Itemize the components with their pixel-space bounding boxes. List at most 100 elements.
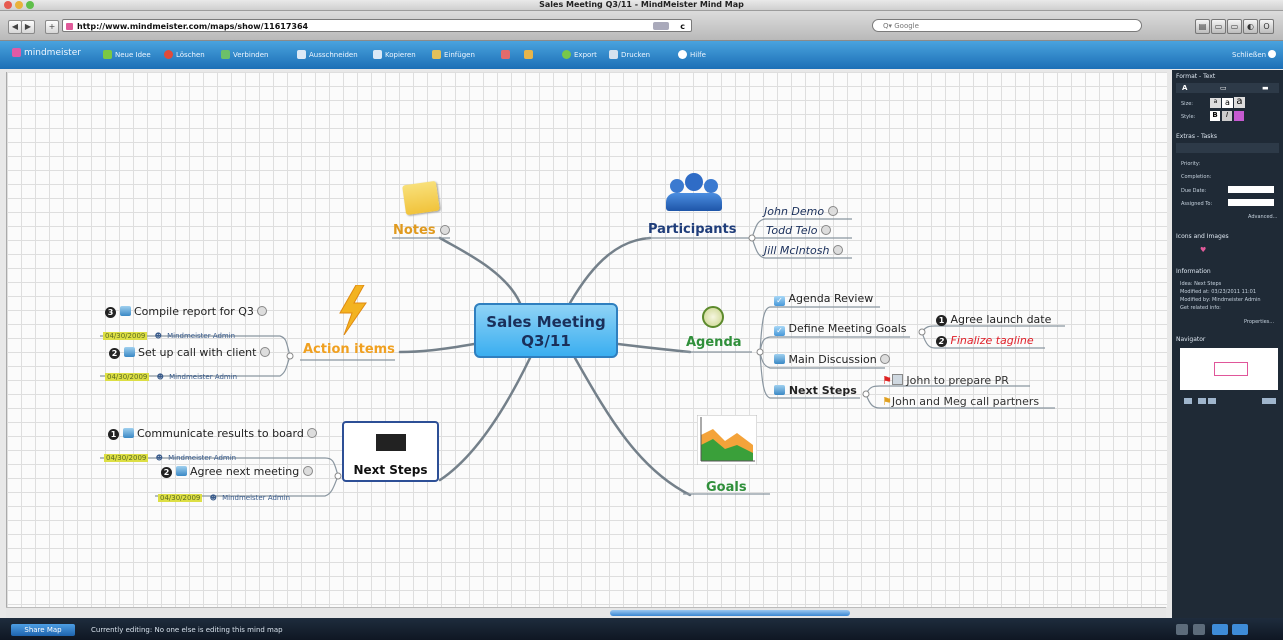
due-date-badge: 04/30/2009 xyxy=(104,454,149,462)
central-topic[interactable]: Sales Meeting Q3/11 xyxy=(474,303,618,358)
horizontal-scrollbar[interactable] xyxy=(6,607,1166,618)
style-tab[interactable]: ▬ xyxy=(1262,84,1269,92)
panel-options-icon[interactable] xyxy=(1262,398,1276,404)
tab-icon[interactable]: ▭ xyxy=(1227,19,1242,34)
cut-button[interactable]: Ausschneiden xyxy=(297,50,358,59)
copy-button[interactable]: Kopieren xyxy=(373,50,416,59)
fit-icon[interactable] xyxy=(1184,398,1192,404)
participants-node[interactable]: Participants xyxy=(648,222,736,237)
new-idea-button[interactable]: Neue Idee xyxy=(103,50,151,59)
participant-todd[interactable]: Todd Telo xyxy=(766,224,831,237)
expand-icon[interactable] xyxy=(820,225,831,235)
history-icon[interactable] xyxy=(1176,624,1188,635)
zoom-out-icon[interactable] xyxy=(1208,398,1216,404)
export-button[interactable]: Export xyxy=(562,50,597,59)
action-items-node[interactable]: Action items xyxy=(303,342,395,357)
format-tabs: A ▭ ▬ xyxy=(1176,83,1279,93)
text-tab[interactable]: A xyxy=(1182,84,1187,92)
participant-jill[interactable]: Jill McIntosh xyxy=(764,244,843,257)
completion-label: Completion: xyxy=(1181,174,1212,180)
task-icon xyxy=(122,428,134,438)
info-modified-at: Modified at: 03/23/2011 11:01 xyxy=(1180,289,1257,295)
close-map-icon xyxy=(1268,50,1277,58)
owner-icon: ☻ xyxy=(207,494,217,502)
add-bookmark-button[interactable]: + xyxy=(45,20,59,34)
font-size-small[interactable]: a xyxy=(1210,98,1221,108)
color-button[interactable] xyxy=(1234,111,1244,121)
expand-icon[interactable] xyxy=(832,245,843,255)
properties-link[interactable]: Properties... xyxy=(1244,319,1274,325)
participant-jill-label: Jill McIntosh xyxy=(764,244,830,257)
expand-icon[interactable] xyxy=(827,206,838,216)
scrollbar-thumb[interactable] xyxy=(610,610,850,616)
step-call-partners[interactable]: ⚑John and Meg call partners xyxy=(882,395,1039,408)
font-size-large[interactable]: a xyxy=(1234,97,1245,108)
back-button[interactable]: ◀ xyxy=(8,20,22,34)
navigator-viewport[interactable] xyxy=(1214,362,1248,376)
heart-icon[interactable]: ♥ xyxy=(1200,246,1206,254)
zoom-in-icon[interactable] xyxy=(1198,398,1206,404)
connect-button[interactable]: Verbinden xyxy=(221,50,268,59)
next-task-2[interactable]: 2 Agree next meeting xyxy=(161,465,313,478)
participant-john-label: John Demo xyxy=(764,205,825,218)
task-label: Set up call with client xyxy=(138,346,257,359)
next-steps-node[interactable]: Next Steps xyxy=(342,421,439,482)
shape-tab[interactable]: ▭ xyxy=(1220,84,1227,92)
goals-node[interactable]: Goals xyxy=(706,480,747,495)
step-prepare-pr[interactable]: ⚑ John to prepare PR xyxy=(882,374,1009,387)
action-task-1-meta: 04/30/2009 ☻ Mindmeister Admin xyxy=(103,323,235,342)
goal-tagline[interactable]: 2 Finalize tagline xyxy=(936,334,1034,347)
central-topic-line1: Sales Meeting xyxy=(486,313,606,331)
redo-button[interactable] xyxy=(524,50,536,59)
close-map-button[interactable]: Schließen xyxy=(1232,50,1277,59)
next-task-2-meta: 04/30/2009 ☻ Mindmeister Admin xyxy=(158,485,290,504)
print-button[interactable]: Drucken xyxy=(609,50,650,59)
expand-icon[interactable] xyxy=(259,347,270,357)
help-button[interactable]: Hilfe xyxy=(678,50,706,59)
reload-icon[interactable]: c xyxy=(680,20,685,33)
advanced-link[interactable]: Advanced... xyxy=(1248,214,1277,220)
goal-launch-date[interactable]: 1 Agree launch date xyxy=(936,313,1051,326)
agenda-node[interactable]: Agenda xyxy=(686,335,742,350)
stop-icon[interactable]: O xyxy=(1259,19,1274,34)
expand-icon[interactable] xyxy=(257,306,268,316)
expand-icon[interactable] xyxy=(302,466,313,476)
agenda-review[interactable]: ✓ Agenda Review xyxy=(774,292,873,306)
page-icon[interactable]: ▭ xyxy=(1211,19,1226,34)
due-date-badge: 04/30/2009 xyxy=(103,332,148,340)
action-task-1[interactable]: 3 Compile report for Q3 xyxy=(105,305,268,318)
agenda-define-goals[interactable]: ✓ Define Meeting Goals xyxy=(774,322,907,336)
search-field[interactable]: Q▾ Google xyxy=(872,19,1142,32)
search-map-icon[interactable] xyxy=(1193,624,1205,635)
undo-button[interactable] xyxy=(501,50,513,59)
italic-button[interactable]: I xyxy=(1222,111,1232,121)
agenda-next-steps[interactable]: Next Steps xyxy=(774,384,857,397)
forward-button[interactable]: ▶ xyxy=(21,20,35,34)
settings-icon[interactable]: ◐ xyxy=(1243,19,1258,34)
url-field[interactable]: http://www.mindmeister.com/maps/show/116… xyxy=(62,19,692,32)
cut-icon xyxy=(297,50,306,59)
action-task-2[interactable]: 2 Set up call with client xyxy=(109,346,270,359)
expand-icon[interactable] xyxy=(440,225,451,235)
font-size-medium[interactable]: a xyxy=(1222,98,1233,108)
presentation-icon[interactable] xyxy=(1232,624,1248,635)
action-task-2-meta: 04/30/2009 ☻ Mindmeister Admin xyxy=(105,364,237,383)
notes-node[interactable]: Notes xyxy=(393,223,451,238)
expand-icon[interactable] xyxy=(307,428,318,438)
delete-button[interactable]: Löschen xyxy=(164,50,205,59)
fullscreen-icon[interactable] xyxy=(1212,624,1228,635)
next-task-1[interactable]: 1 Communicate results to board xyxy=(108,427,318,440)
paste-button[interactable]: Einfügen xyxy=(432,50,475,59)
assigned-to-field[interactable] xyxy=(1228,199,1274,206)
info-idea: Idea: Next Steps xyxy=(1180,281,1222,287)
paste-label: Einfügen xyxy=(444,51,475,59)
bold-button[interactable]: B xyxy=(1210,111,1220,121)
bookmarks-icon[interactable]: ▤ xyxy=(1195,19,1210,34)
share-map-button[interactable]: Share Map xyxy=(11,624,75,636)
due-date-field[interactable] xyxy=(1228,186,1274,193)
expand-icon[interactable] xyxy=(880,354,891,364)
agenda-main-discussion[interactable]: Main Discussion xyxy=(774,353,891,366)
participant-john[interactable]: John Demo xyxy=(764,205,838,218)
navigator-preview[interactable] xyxy=(1180,348,1278,390)
rss-icon[interactable] xyxy=(653,22,669,30)
